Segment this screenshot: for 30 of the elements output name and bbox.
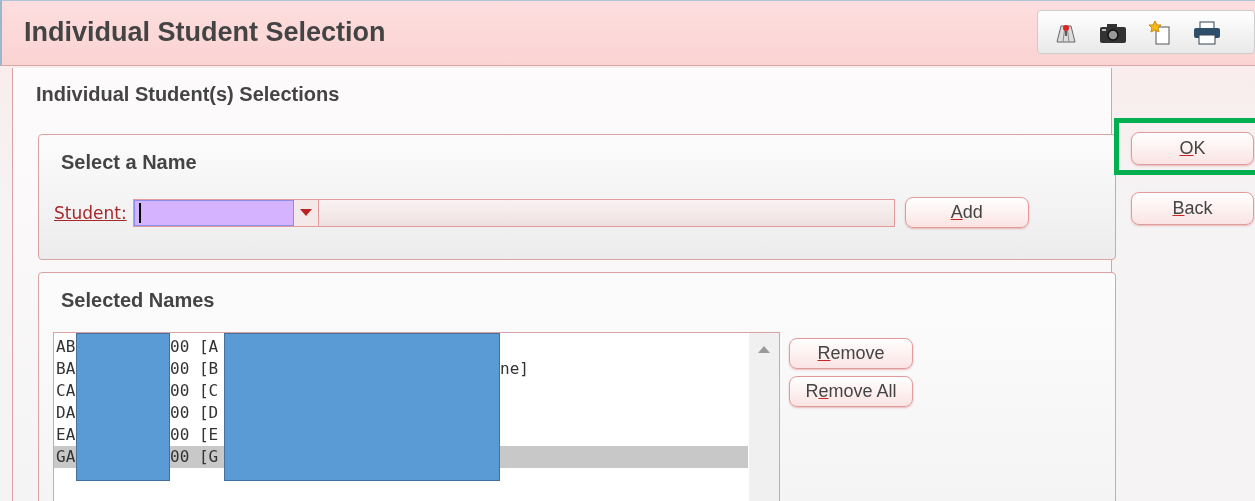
panel-heading: Select a Name <box>61 151 198 174</box>
printer-icon[interactable] <box>1192 19 1222 46</box>
list-item-text[interactable]: ne] <box>500 358 748 380</box>
back-button[interactable]: Back <box>1131 192 1254 225</box>
list-item-text[interactable]: 00 [E <box>170 424 224 446</box>
list-item-text[interactable]: EA <box>54 424 76 446</box>
student-combo-field[interactable] <box>132 198 319 227</box>
scroll-up-icon[interactable] <box>758 345 770 353</box>
list-item-text[interactable]: GA <box>54 446 76 468</box>
window-title: Individual Student Selection <box>24 16 386 48</box>
student-label[interactable]: Student: <box>54 202 127 223</box>
list-item-text[interactable]: 00 [A <box>170 336 224 358</box>
dropdown-arrow-icon[interactable] <box>299 208 312 217</box>
list-item-text[interactable]: AB <box>54 336 76 358</box>
student-name-field[interactable] <box>318 198 895 227</box>
list-item-text[interactable]: 00 [C <box>170 380 224 402</box>
panel-heading: Selected Names <box>61 289 216 312</box>
remove-button[interactable]: Remove <box>789 338 913 369</box>
remove-button[interactable]: Remove All <box>789 376 913 407</box>
list-item-text[interactable]: DA <box>54 402 76 424</box>
section-title: Individual Student(s) Selections <box>36 83 341 106</box>
scrollbar[interactable] <box>749 333 779 501</box>
add-button[interactable]: Add <box>904 197 1029 228</box>
list-item-text[interactable]: 00 [D <box>170 402 224 424</box>
list-item-text[interactable]: BA <box>54 358 76 380</box>
list-item-text[interactable]: 00 [B <box>170 358 224 380</box>
ok-button[interactable]: OK <box>1131 132 1254 165</box>
note-icon[interactable] <box>1148 19 1172 46</box>
list-item-text[interactable]: CA <box>54 380 76 402</box>
list-item-text[interactable]: 00 [G <box>170 446 224 468</box>
